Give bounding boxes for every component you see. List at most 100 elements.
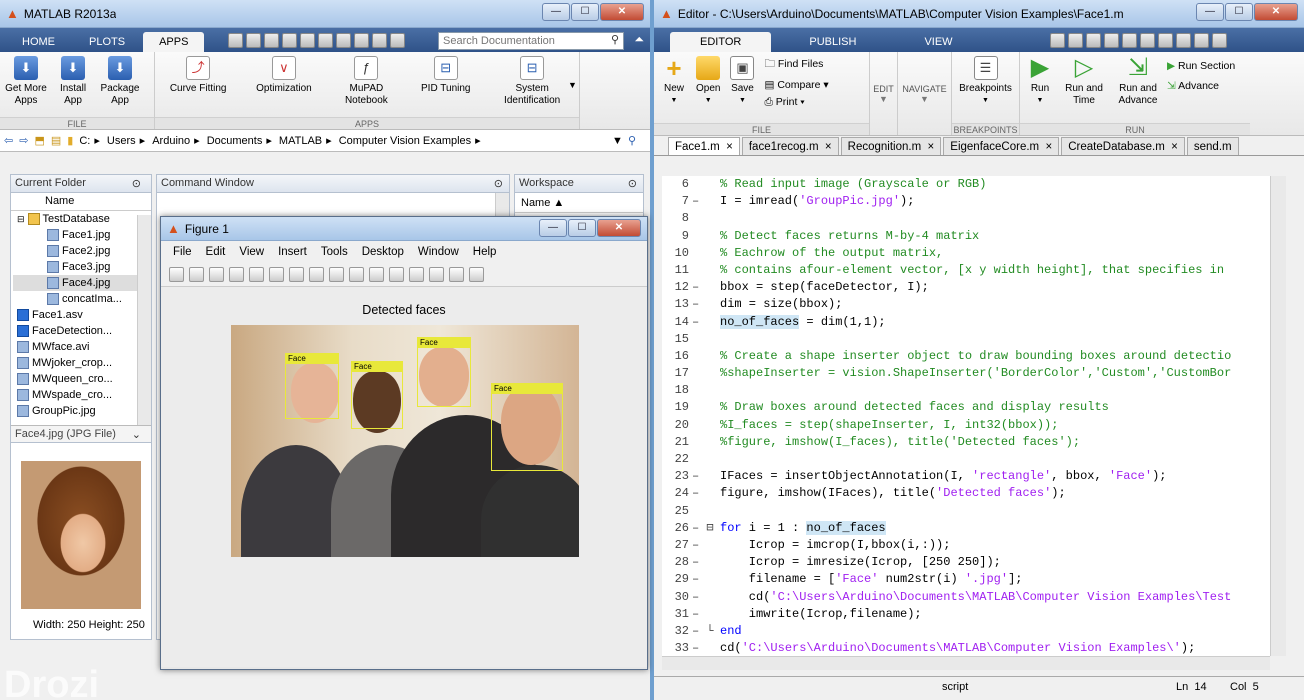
breakpoint-gutter[interactable]: – ⊟: [692, 520, 720, 537]
breakpoints-button[interactable]: ☰ Breakpoints ▼: [955, 56, 1016, 123]
tab-editor[interactable]: EDITOR: [670, 32, 772, 52]
code-line[interactable]: 17 %shapeInserter = vision.ShapeInserter…: [662, 365, 1270, 382]
run-section-button[interactable]: ▶ Run Section: [1167, 60, 1235, 72]
breadcrumb-item[interactable]: MATLAB: [279, 135, 322, 147]
legend-icon[interactable]: [429, 267, 444, 282]
close-tab-icon[interactable]: ×: [1039, 141, 1053, 153]
quick-access-icon[interactable]: [1140, 33, 1155, 48]
file-tree-item[interactable]: Face1.jpg: [13, 227, 151, 243]
edit-label[interactable]: EDIT: [873, 84, 894, 94]
breakpoint-gutter[interactable]: –: [692, 606, 720, 623]
breakpoint-gutter[interactable]: –: [692, 640, 720, 656]
breakpoint-gutter[interactable]: –: [692, 589, 720, 606]
breakpoint-gutter[interactable]: –: [692, 314, 720, 331]
code-line[interactable]: 11 % contains afour-element vector, [x y…: [662, 262, 1270, 279]
optimization-button[interactable]: ∨ Optimization: [252, 56, 316, 117]
breakpoint-gutter[interactable]: –: [692, 554, 720, 571]
breakpoint-gutter[interactable]: –: [692, 485, 720, 502]
breakpoint-gutter[interactable]: [692, 382, 720, 399]
breakpoint-gutter[interactable]: –: [692, 468, 720, 485]
maximize-button[interactable]: ☐: [571, 3, 599, 21]
code-line[interactable]: 15: [662, 331, 1270, 348]
quick-access-icon[interactable]: [354, 33, 369, 48]
breadcrumb-item[interactable]: Computer Vision Examples: [339, 135, 471, 147]
maximize-button[interactable]: ☐: [1225, 3, 1253, 21]
close-tab-icon[interactable]: ×: [1165, 141, 1178, 153]
breakpoint-gutter[interactable]: –: [692, 296, 720, 313]
quick-access-icon[interactable]: [336, 33, 351, 48]
code-line[interactable]: 24– figure, imshow(IFaces), title('Detec…: [662, 485, 1270, 502]
install-app-button[interactable]: ⬇ Install App: [52, 56, 94, 117]
dropdown-icon[interactable]: ▼: [1037, 95, 1044, 107]
quick-access-icon[interactable]: [1158, 33, 1173, 48]
code-line[interactable]: 20 %I_faces = step(shapeInserter, I, int…: [662, 417, 1270, 434]
minimize-button[interactable]: —: [1196, 3, 1224, 21]
collapse-ribbon-icon[interactable]: ⏶: [634, 32, 644, 47]
code-line[interactable]: 25: [662, 503, 1270, 520]
breadcrumb-item[interactable]: Arduino: [152, 135, 190, 147]
advance-button[interactable]: ⇲ Advance: [1167, 80, 1235, 92]
breakpoint-gutter[interactable]: [692, 399, 720, 416]
navigate-label[interactable]: NAVIGATE: [902, 84, 946, 94]
breakpoint-gutter[interactable]: [692, 417, 720, 434]
figure-menu-desktop[interactable]: Desktop: [362, 246, 404, 258]
file-tree-item[interactable]: Face4.jpg: [13, 275, 151, 291]
quick-access-icon[interactable]: [228, 33, 243, 48]
maximize-button[interactable]: ☐: [568, 219, 596, 237]
breadcrumb-item[interactable]: C:: [79, 135, 90, 147]
pid-tuning-button[interactable]: ⊟ PID Tuning: [417, 56, 474, 117]
code-line[interactable]: 16 % Create a shape inserter object to d…: [662, 348, 1270, 365]
tab-home[interactable]: HOME: [6, 32, 71, 52]
breakpoint-gutter[interactable]: –: [692, 537, 720, 554]
run-button[interactable]: ▶ Run ▼: [1024, 56, 1056, 123]
code-line[interactable]: 14– no_of_faces = dim(1,1);: [662, 314, 1270, 331]
code-line[interactable]: 33– cd('C:\Users\Arduino\Documents\MATLA…: [662, 640, 1270, 656]
file-tab[interactable]: Face1.m ×: [668, 137, 740, 155]
save-button[interactable]: ▣ Save ▼: [726, 56, 758, 123]
pan-icon[interactable]: [309, 267, 324, 282]
breadcrumb-item[interactable]: Documents: [207, 135, 263, 147]
breakpoint-gutter[interactable]: –: [692, 279, 720, 296]
breakpoint-gutter[interactable]: [692, 228, 720, 245]
tab-view[interactable]: VIEW: [894, 32, 982, 52]
breakpoint-gutter[interactable]: –: [692, 571, 720, 588]
breakpoint-gutter[interactable]: [692, 210, 720, 227]
compare-button[interactable]: ▤ Compare ▾: [764, 79, 828, 91]
search-folder-icon[interactable]: ⚲: [628, 134, 636, 147]
breakpoint-gutter[interactable]: [692, 245, 720, 262]
quick-access-icon[interactable]: [372, 33, 387, 48]
print-icon[interactable]: [229, 267, 244, 282]
breakpoint-gutter[interactable]: [692, 262, 720, 279]
breakpoint-gutter[interactable]: [692, 331, 720, 348]
code-line[interactable]: 12– bbox = step(faceDetector, I);: [662, 279, 1270, 296]
details-collapse-icon[interactable]: ⌄: [132, 428, 141, 441]
quick-access-icon[interactable]: [1176, 33, 1191, 48]
search-documentation-input[interactable]: Search Documentation ⚲: [438, 32, 624, 50]
rotate-icon[interactable]: [329, 267, 344, 282]
brush-icon[interactable]: [369, 267, 384, 282]
file-tree-item[interactable]: MWqueen_cro...: [13, 371, 151, 387]
breadcrumb-arrow-icon[interactable]: ▸: [94, 135, 103, 147]
file-tab[interactable]: CreateDatabase.m ×: [1061, 137, 1185, 155]
editor-horizontal-scrollbar[interactable]: [662, 656, 1270, 670]
dropdown-icon[interactable]: ▼: [982, 95, 989, 107]
dropdown-icon[interactable]: ▼: [879, 94, 888, 104]
breakpoint-gutter[interactable]: [692, 176, 720, 193]
close-tab-icon[interactable]: ×: [720, 141, 733, 153]
apps-gallery-expand-icon[interactable]: ▼: [568, 80, 577, 90]
show-tools-icon[interactable]: [469, 267, 484, 282]
run-and-time-button[interactable]: ▷ Run and Time: [1059, 56, 1109, 123]
breadcrumb-arrow-icon[interactable]: ▸: [326, 135, 335, 147]
minimize-button[interactable]: —: [542, 3, 570, 21]
quick-access-icon[interactable]: [282, 33, 297, 48]
code-line[interactable]: 22: [662, 451, 1270, 468]
breakpoint-gutter[interactable]: [692, 451, 720, 468]
code-line[interactable]: 7– I = imread('GroupPic.jpg');: [662, 193, 1270, 210]
address-dropdown-icon[interactable]: ▼: [612, 135, 623, 147]
code-line[interactable]: 23– IFaces = insertObjectAnnotation(I, '…: [662, 468, 1270, 485]
file-tab[interactable]: send.m: [1186, 137, 1239, 155]
link-plot-icon[interactable]: [389, 267, 404, 282]
new-button[interactable]: + New ▼: [658, 55, 690, 123]
breakpoint-gutter[interactable]: [692, 434, 720, 451]
breadcrumb-item[interactable]: Users: [107, 135, 136, 147]
